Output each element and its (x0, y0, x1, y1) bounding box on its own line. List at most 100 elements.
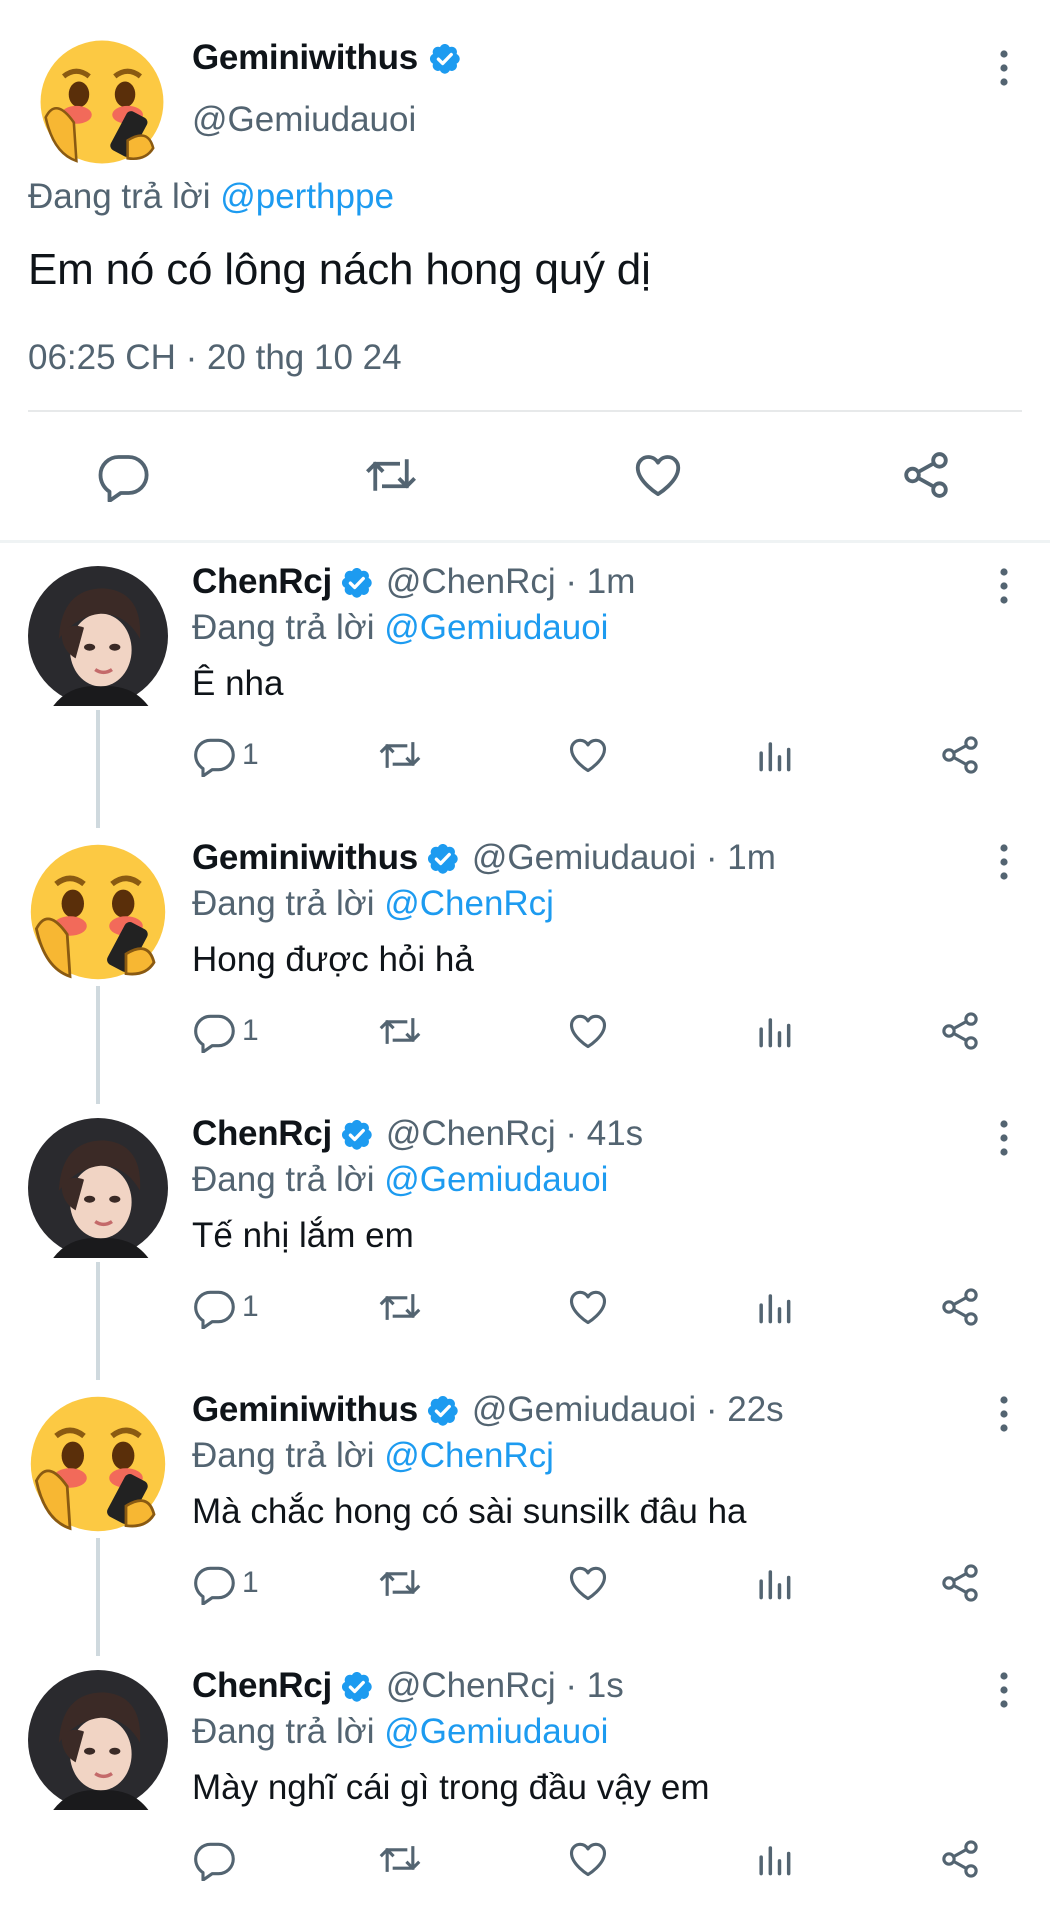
like-icon (569, 1290, 607, 1325)
more-vertical-icon[interactable] (996, 1394, 1012, 1434)
blushing-emoji-avatar[interactable] (28, 842, 168, 982)
replying-to: Đang trả lời @Gemiudauoi (192, 1712, 608, 1752)
replying-prefix: Đang trả lời (192, 608, 375, 647)
retweet-button[interactable] (378, 1560, 422, 1606)
verified-badge-icon (426, 842, 460, 876)
retweet-icon[interactable] (364, 448, 418, 502)
retweet-button[interactable] (378, 732, 422, 778)
like-button[interactable] (566, 732, 610, 778)
replying-to-link[interactable]: @perthppe (220, 177, 394, 216)
share-icon (942, 1012, 978, 1050)
reply-tweet[interactable]: Geminiwithus @Gemiudauoi · 22s Đang trả … (0, 1380, 1050, 1656)
author-handle-time: @ChenRcj · 41s (385, 1114, 644, 1153)
reply-header: ChenRcj @ChenRcj · 41s (192, 1114, 643, 1154)
reply-tweet[interactable]: ChenRcj @ChenRcj · 1s Đang trả lời @Gemi… (0, 1656, 1050, 1920)
retweet-button[interactable] (378, 1008, 422, 1054)
retweet-button[interactable] (378, 1836, 422, 1882)
reply-icon (194, 1290, 235, 1329)
reply-button[interactable]: 1 (192, 1560, 259, 1606)
author-name[interactable]: Geminiwithus (192, 838, 418, 878)
replying-to-link[interactable]: @ChenRcj (384, 884, 554, 923)
more-vertical-icon[interactable] (996, 566, 1012, 606)
reply-icon (194, 1842, 235, 1881)
retweet-icon (379, 1844, 421, 1874)
views-button[interactable] (752, 1284, 796, 1330)
like-button[interactable] (566, 1008, 610, 1054)
reply-count: 1 (242, 1014, 259, 1047)
share-icon (942, 1840, 978, 1878)
share-icon[interactable] (899, 448, 953, 502)
author-handle-time: @Gemiudauoi · 22s (471, 1390, 784, 1429)
more-vertical-icon[interactable] (996, 48, 1012, 88)
retweet-icon (379, 1016, 421, 1046)
replying-to-link[interactable]: @Gemiudauoi (384, 1712, 608, 1751)
author-handle-time: @ChenRcj · 1m (385, 562, 636, 601)
section-separator (0, 540, 1050, 543)
reply-button[interactable]: 1 (192, 732, 259, 778)
views-icon (759, 1846, 791, 1876)
retweet-button[interactable] (378, 1284, 422, 1330)
more-vertical-icon[interactable] (996, 842, 1012, 882)
reply-header: ChenRcj @ChenRcj · 1m (192, 562, 635, 602)
author-name[interactable]: Geminiwithus (192, 38, 418, 78)
like-icon[interactable] (631, 448, 685, 502)
reply-text: Ê nha (192, 664, 284, 703)
thread-line (96, 986, 100, 1104)
author-handle[interactable]: @Gemiudauoi (192, 100, 416, 140)
retweet-icon (379, 1292, 421, 1322)
replying-prefix: Đang trả lời (192, 1436, 375, 1475)
reply-text: Mày nghĩ cái gì trong đầu vậy em (192, 1768, 710, 1807)
more-vertical-icon[interactable] (996, 1118, 1012, 1158)
retweet-icon (379, 740, 421, 770)
views-button[interactable] (752, 1836, 796, 1882)
verified-badge-icon (426, 1394, 460, 1428)
reply-text: Hong được hỏi hả (192, 940, 474, 979)
views-icon (759, 742, 791, 772)
reply-tweet[interactable]: ChenRcj @ChenRcj · 41s Đang trả lời @Gem… (0, 1104, 1050, 1380)
replying-to-link[interactable]: @Gemiudauoi (384, 1160, 608, 1199)
author-name[interactable]: ChenRcj (192, 1114, 332, 1154)
retweet-icon (379, 1568, 421, 1598)
author-handle-time: @Gemiudauoi · 1m (471, 838, 776, 877)
share-button[interactable] (938, 732, 982, 778)
more-vertical-icon[interactable] (996, 1670, 1012, 1710)
person-photo-avatar[interactable] (28, 1670, 168, 1810)
views-icon (759, 1570, 791, 1600)
reply-button[interactable]: 1 (192, 1008, 259, 1054)
person-photo-avatar[interactable] (28, 566, 168, 706)
blushing-emoji-avatar[interactable] (38, 38, 166, 166)
verified-badge-icon (340, 1118, 374, 1152)
reply-icon[interactable] (96, 448, 150, 502)
author-handle-time: @ChenRcj · 1s (385, 1666, 624, 1705)
share-button[interactable] (938, 1836, 982, 1882)
author-name[interactable]: ChenRcj (192, 562, 332, 602)
reply-header: Geminiwithus @Gemiudauoi · 1m (192, 838, 776, 878)
reply-tweet[interactable]: ChenRcj @ChenRcj · 1m Đang trả lời @Gemi… (0, 552, 1050, 828)
author-name[interactable]: ChenRcj (192, 1666, 332, 1706)
views-button[interactable] (752, 732, 796, 778)
views-button[interactable] (752, 1560, 796, 1606)
person-photo-avatar[interactable] (28, 1118, 168, 1258)
like-icon (569, 738, 607, 773)
replying-to-link[interactable]: @Gemiudauoi (384, 608, 608, 647)
share-button[interactable] (938, 1284, 982, 1330)
reply-count: 1 (242, 1290, 259, 1323)
author-name[interactable]: Geminiwithus (192, 1390, 418, 1430)
share-button[interactable] (938, 1008, 982, 1054)
tweet-text: Em nó có lông nách hong quý dị (28, 245, 651, 294)
like-button[interactable] (566, 1284, 610, 1330)
blushing-emoji-avatar[interactable] (28, 1394, 168, 1534)
views-button[interactable] (752, 1008, 796, 1054)
reply-tweet[interactable]: Geminiwithus @Gemiudauoi · 1m Đang trả l… (0, 828, 1050, 1104)
replying-to-link[interactable]: @ChenRcj (384, 1436, 554, 1475)
like-button[interactable] (566, 1836, 610, 1882)
thread-line (96, 1262, 100, 1380)
share-icon (942, 736, 978, 774)
share-button[interactable] (938, 1560, 982, 1606)
replying-prefix: Đang trả lời (192, 1160, 375, 1199)
views-icon (759, 1018, 791, 1048)
reply-button[interactable] (192, 1836, 242, 1882)
reply-button[interactable]: 1 (192, 1284, 259, 1330)
like-button[interactable] (566, 1560, 610, 1606)
like-icon (569, 1566, 607, 1601)
